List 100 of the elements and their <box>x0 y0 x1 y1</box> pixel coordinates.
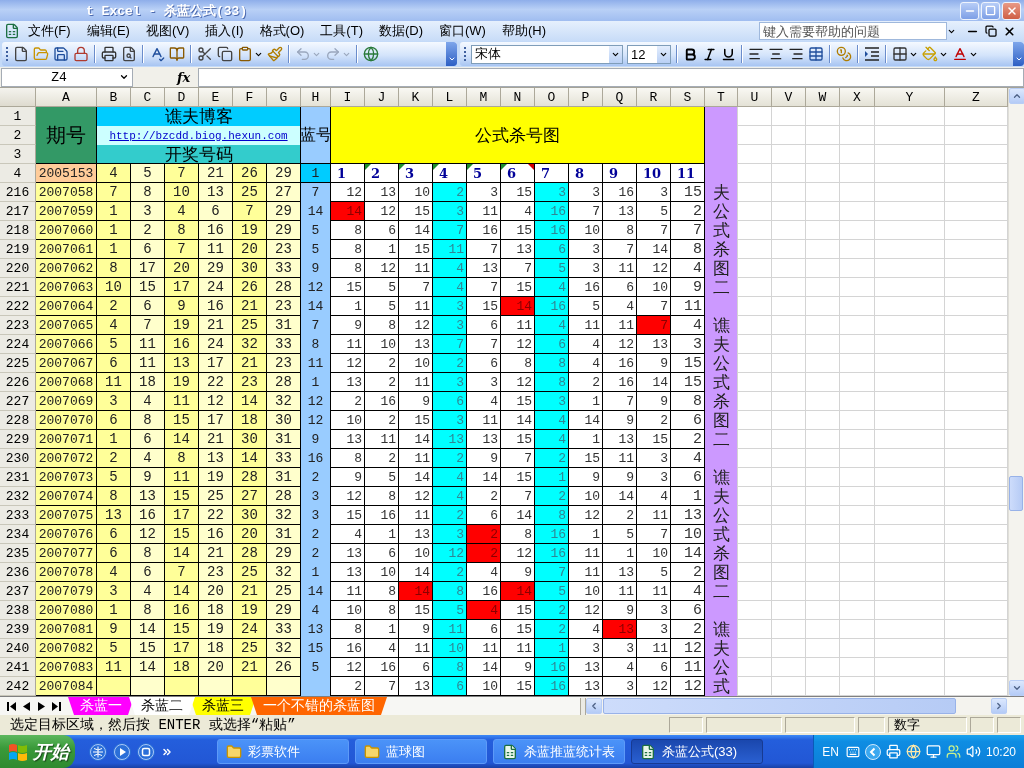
cut-icon[interactable] <box>197 46 213 62</box>
menu-item[interactable]: 窗口(W) <box>431 22 494 40</box>
scrollbar-thumb[interactable] <box>603 697 956 714</box>
sheet-tab[interactable]: 杀蓝二 <box>129 697 195 715</box>
spreadsheet-icon[interactable] <box>4 23 20 39</box>
menu-item[interactable]: 格式(O) <box>251 22 313 40</box>
keyboard-icon[interactable] <box>845 744 860 759</box>
column-header[interactable]: L <box>433 88 467 107</box>
menu-item[interactable]: 帮助(H) <box>493 22 554 40</box>
menu-item[interactable]: 文件(F) <box>20 22 79 40</box>
name-box[interactable]: Z4 <box>1 67 133 87</box>
column-header[interactable]: Z <box>945 88 1008 107</box>
grip-icon[interactable] <box>5 46 9 62</box>
taskbar-button[interactable]: 杀蓝公式(33) <box>631 739 763 764</box>
underline-icon[interactable] <box>721 46 736 62</box>
column-header[interactable]: Q <box>603 88 637 107</box>
users-icon[interactable] <box>945 744 961 759</box>
close-button[interactable] <box>1002 1 1021 20</box>
column-header[interactable]: S <box>671 88 705 107</box>
column-header[interactable]: B <box>97 88 131 107</box>
toolbar-options-button[interactable] <box>446 42 457 66</box>
menu-item[interactable]: 数据(D) <box>370 22 431 40</box>
font-name-combo[interactable]: 宋体 <box>471 44 623 64</box>
column-header[interactable]: W <box>806 88 840 107</box>
globe-icon[interactable] <box>89 742 107 761</box>
menu-item[interactable]: 工具(T) <box>312 22 371 40</box>
column-header[interactable]: V <box>772 88 806 107</box>
play-icon[interactable] <box>113 742 131 761</box>
scroll-down-button[interactable] <box>1009 680 1024 696</box>
bold-icon[interactable] <box>683 46 698 62</box>
borders-icon[interactable] <box>892 46 908 62</box>
align-left-icon[interactable] <box>748 46 764 62</box>
scrollbar-thumb[interactable] <box>1009 476 1023 511</box>
grip-icon[interactable] <box>463 46 467 62</box>
next-sheet-icon[interactable] <box>37 701 46 711</box>
vertical-scrollbar[interactable] <box>1008 88 1024 696</box>
spell-check-icon[interactable] <box>149 46 165 62</box>
column-header[interactable]: F <box>233 88 267 107</box>
scroll-up-button[interactable] <box>1009 88 1024 104</box>
insert-function-button[interactable]: fx <box>173 69 195 85</box>
column-header[interactable]: H <box>301 88 331 107</box>
printer-icon[interactable] <box>101 46 117 62</box>
indent-icon[interactable] <box>864 47 880 61</box>
column-header[interactable]: Y <box>875 88 945 107</box>
column-header[interactable]: G <box>267 88 301 107</box>
window-icon[interactable] <box>137 742 155 761</box>
menu-item[interactable]: 插入(I) <box>197 22 252 40</box>
column-header[interactable]: R <box>637 88 671 107</box>
font-color-icon[interactable] <box>952 46 968 62</box>
book-icon[interactable] <box>169 46 185 62</box>
column-header[interactable]: P <box>569 88 603 107</box>
chevron-left-icon[interactable] <box>864 743 881 760</box>
tab-split-handle[interactable] <box>580 697 586 715</box>
column-header[interactable]: D <box>165 88 199 107</box>
menu-item[interactable]: 编辑(E) <box>78 22 138 40</box>
ball-number-cell: 29 <box>267 601 301 620</box>
restore-icon[interactable] <box>985 25 997 37</box>
scroll-left-button[interactable] <box>586 697 602 714</box>
coins-icon[interactable] <box>836 46 852 62</box>
help-search-field[interactable]: 键入需要帮助的问题 <box>759 22 947 40</box>
align-center-icon[interactable] <box>768 46 784 62</box>
lock-icon[interactable] <box>73 46 89 62</box>
italic-icon[interactable] <box>702 46 717 62</box>
file-search-icon[interactable] <box>121 46 137 62</box>
new-file-icon[interactable] <box>13 46 29 62</box>
paste-icon[interactable] <box>237 46 253 62</box>
column-header[interactable]: J <box>365 88 399 107</box>
column-header[interactable]: X <box>840 88 875 107</box>
start-button[interactable]: 开始 <box>0 735 75 768</box>
menu-item[interactable]: 视图(V) <box>137 22 198 40</box>
font-size-combo[interactable]: 12 <box>627 44 671 64</box>
column-header[interactable]: K <box>399 88 433 107</box>
column-header[interactable]: A <box>36 88 97 107</box>
save-icon[interactable] <box>53 46 69 62</box>
column-header[interactable]: E <box>199 88 233 107</box>
column-header[interactable]: M <box>467 88 501 107</box>
language-indicator[interactable]: EN <box>822 744 839 759</box>
previous-sheet-icon[interactable] <box>22 701 31 711</box>
blog-link[interactable]: http://bzcdd.biog.hexun.com <box>109 129 288 142</box>
column-header[interactable]: I <box>331 88 365 107</box>
kill-number-cell: 1 <box>569 525 603 544</box>
monitor-icon[interactable] <box>925 744 941 759</box>
scroll-right-button[interactable] <box>991 697 1007 714</box>
speaker-icon[interactable] <box>965 744 981 759</box>
align-right-icon[interactable] <box>788 46 804 62</box>
column-header[interactable]: N <box>501 88 535 107</box>
first-sheet-icon[interactable] <box>7 701 16 711</box>
formula-input-field[interactable] <box>198 67 1024 87</box>
column-header[interactable]: U <box>738 88 772 107</box>
column-header[interactable]: C <box>131 88 165 107</box>
copy-icon[interactable] <box>217 46 233 62</box>
toolbar-options-button[interactable] <box>1013 42 1024 66</box>
table-icon[interactable] <box>808 46 824 62</box>
globe-icon[interactable] <box>363 46 379 62</box>
column-header[interactable]: O <box>535 88 569 107</box>
close-icon[interactable] <box>1003 24 1016 38</box>
column-header[interactable]: T <box>705 88 738 107</box>
sheet-tab[interactable]: 杀蓝三 <box>190 697 256 715</box>
horizontal-scrollbar[interactable] <box>586 697 1007 715</box>
last-sheet-icon[interactable] <box>52 701 61 711</box>
